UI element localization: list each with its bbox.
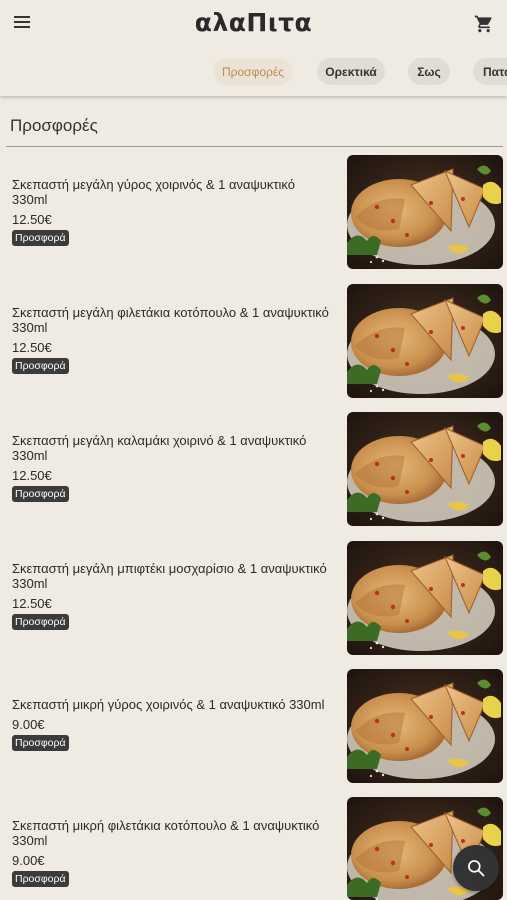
item-price: 9.00€: [12, 853, 45, 868]
list-item[interactable]: Σκεπαστή μεγάλη μπιφτέκι μοσχαρίσιο & 1 …: [0, 538, 507, 656]
item-price: 12.50€: [12, 212, 52, 227]
offer-badge: Προσφορά: [12, 358, 69, 374]
shopping-cart-icon[interactable]: [474, 14, 494, 34]
offer-badge: Προσφορά: [12, 486, 69, 502]
tab-sauces[interactable]: Σως: [408, 58, 450, 85]
list-item[interactable]: Σκεπαστή μεγάλη γύρος χοιρινός & 1 αναψυ…: [0, 152, 507, 270]
item-price: 12.50€: [12, 340, 52, 355]
offer-badge: Προσφορά: [12, 230, 69, 246]
item-image: [347, 155, 503, 269]
item-name: Σκεπαστή μικρή γύρος χοιρινός & 1 αναψυκ…: [12, 697, 325, 712]
category-tabs: Προσφορές Ορεκτικά Σως Πατάτες: [0, 58, 507, 86]
section-divider: [6, 146, 503, 147]
item-name: Σκεπαστή μεγάλη γύρος χοιρινός & 1 αναψυ…: [12, 177, 295, 207]
item-image: [347, 284, 503, 398]
item-price: 12.50€: [12, 596, 52, 611]
item-image: [347, 669, 503, 783]
list-item[interactable]: Σκεπαστή μικρή γύρος χοιρινός & 1 αναψυκ…: [0, 667, 507, 785]
item-price: 12.50€: [12, 468, 52, 483]
search-icon: [468, 860, 485, 877]
section-title: Προσφορές: [10, 116, 98, 135]
item-name: Σκεπαστή μεγάλη μπιφτέκι μοσχαρίσιο & 1 …: [12, 561, 327, 591]
app-logo[interactable]: αλαΠιτα: [0, 8, 507, 37]
item-image: [347, 412, 503, 526]
offer-badge: Προσφορά: [12, 735, 69, 751]
tab-appetizers[interactable]: Ορεκτικά: [317, 58, 385, 85]
tab-offers[interactable]: Προσφορές: [213, 58, 293, 85]
list-item[interactable]: Σκεπαστή μεγάλη φιλετάκια κοτόπουλο & 1 …: [0, 281, 507, 399]
search-button[interactable]: [453, 845, 499, 891]
offer-badge: Προσφορά: [12, 871, 69, 887]
item-image: [347, 541, 503, 655]
item-name: Σκεπαστή μικρή φιλετάκια κοτόπουλο & 1 α…: [12, 818, 320, 848]
item-name: Σκεπαστή μεγάλη καλαμάκι χοιρινό & 1 ανα…: [12, 433, 307, 463]
app-header: αλαΠιτα Προσφορές Ορεκτικά Σως Πατάτες: [0, 0, 507, 96]
item-price: 9.00€: [12, 717, 45, 732]
offer-badge: Προσφορά: [12, 614, 69, 630]
tab-fries[interactable]: Πατάτες: [473, 58, 507, 85]
item-name: Σκεπαστή μεγάλη φιλετάκια κοτόπουλο & 1 …: [12, 305, 329, 335]
list-item[interactable]: Σκεπαστή μικρή φιλετάκια κοτόπουλο & 1 α…: [0, 795, 507, 900]
list-item[interactable]: Σκεπαστή μεγάλη καλαμάκι χοιρινό & 1 ανα…: [0, 409, 507, 527]
